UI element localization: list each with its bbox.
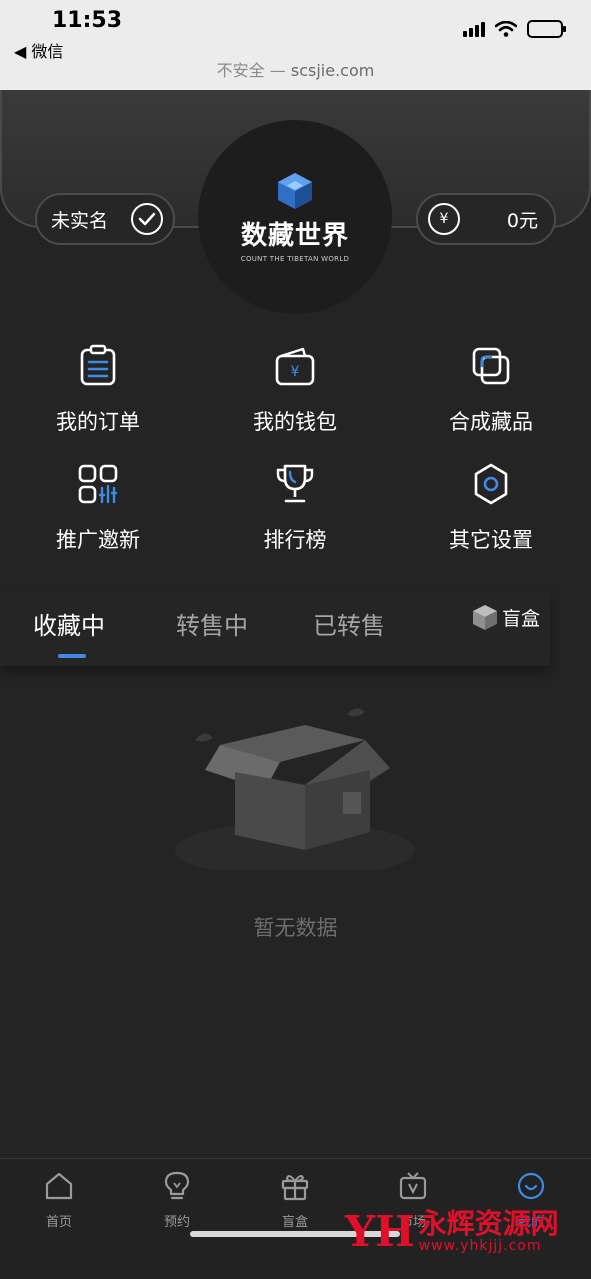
settings-gear-icon bbox=[474, 463, 508, 505]
menu-my-orders[interactable]: 我的订单 bbox=[18, 344, 178, 436]
security-label: 不安全 — bbox=[216, 61, 291, 80]
blind-box-label: 盲盒 bbox=[502, 607, 541, 630]
balance-pill[interactable]: ¥ 0元 bbox=[416, 193, 556, 245]
svg-text:¥: ¥ bbox=[291, 364, 300, 380]
promote-icon bbox=[78, 464, 118, 504]
menu-label: 排行榜 bbox=[263, 528, 327, 552]
cellular-signal-icon bbox=[463, 21, 485, 37]
order-list-icon bbox=[80, 344, 116, 386]
menu-compose-collectibles[interactable]: 合成藏品 bbox=[411, 344, 571, 436]
tab-resold[interactable]: 已转售 bbox=[313, 606, 385, 641]
app-logo: 数藏世界 COUNT THE TIBETAN WORLD bbox=[198, 120, 392, 314]
watermark: YH 永辉资源网 www.yhkjjj.com bbox=[345, 1207, 559, 1256]
nav-home[interactable]: 首页 bbox=[19, 1171, 99, 1230]
lightbulb-icon bbox=[164, 1171, 190, 1200]
system-icons bbox=[463, 20, 566, 38]
logo-subtitle: COUNT THE TIBETAN WORLD bbox=[240, 255, 350, 263]
collection-tabs: 收藏中 转售中 已转售 bbox=[0, 590, 550, 666]
nav-label: 首页 bbox=[45, 1215, 72, 1230]
verify-status-pill[interactable]: 未实名 bbox=[35, 193, 175, 245]
url-bar[interactable]: 不安全 — scsjie.com bbox=[0, 57, 591, 81]
empty-box-illustration bbox=[175, 708, 415, 870]
check-circle-icon bbox=[131, 203, 163, 235]
watermark-logo: YH bbox=[345, 1207, 415, 1256]
url-host: scsjie.com bbox=[290, 61, 375, 80]
logo-title: 数藏世界 bbox=[240, 221, 349, 251]
balance-amount: 0元 bbox=[506, 209, 538, 232]
status-bar: 11:53 ◀ 微信 不安全 — scsjie.com bbox=[0, 0, 591, 90]
menu-label: 我的钱包 bbox=[253, 410, 337, 434]
trophy-icon bbox=[276, 464, 314, 503]
home-icon bbox=[45, 1172, 73, 1200]
tv-market-icon bbox=[399, 1172, 427, 1200]
nav-reservation[interactable]: 预约 bbox=[137, 1171, 217, 1230]
menu-promote-invite[interactable]: 推广邀新 bbox=[18, 462, 178, 554]
compose-icon bbox=[472, 347, 510, 385]
menu-label: 合成藏品 bbox=[449, 410, 533, 434]
yen-icon: ¥ bbox=[428, 203, 460, 235]
watermark-url: www.yhkjjj.com bbox=[418, 1238, 542, 1254]
watermark-name: 永辉资源网 bbox=[418, 1207, 559, 1240]
menu-label: 我的订单 bbox=[56, 410, 140, 434]
nav-label: 盲盒 bbox=[281, 1215, 308, 1230]
menu-label: 推广邀新 bbox=[56, 528, 140, 552]
cube-logo-icon bbox=[278, 173, 312, 209]
nav-blind-box[interactable]: 盲盒 bbox=[255, 1171, 335, 1230]
active-tab-indicator bbox=[58, 654, 86, 658]
gift-icon bbox=[281, 1175, 309, 1201]
verify-status-label: 未实名 bbox=[51, 209, 109, 232]
nav-label: 预约 bbox=[163, 1215, 190, 1230]
smile-icon bbox=[517, 1172, 545, 1200]
empty-state-text: 暂无数据 bbox=[253, 916, 338, 940]
battery-icon bbox=[527, 20, 566, 38]
tab-blind-box[interactable]: 盲盒 bbox=[470, 602, 540, 632]
status-time: 11:53 bbox=[52, 8, 123, 33]
menu-leaderboard[interactable]: 排行榜 bbox=[215, 462, 375, 554]
menu-label: 其它设置 bbox=[449, 528, 533, 552]
tab-collecting[interactable]: 收藏中 bbox=[33, 606, 105, 641]
tab-reselling[interactable]: 转售中 bbox=[176, 606, 248, 641]
box-icon bbox=[473, 605, 497, 630]
menu-my-wallet[interactable]: ¥ 我的钱包 bbox=[215, 344, 375, 436]
wifi-icon bbox=[495, 21, 517, 37]
menu-other-settings[interactable]: 其它设置 bbox=[411, 462, 571, 554]
wallet-icon: ¥ bbox=[275, 347, 315, 386]
